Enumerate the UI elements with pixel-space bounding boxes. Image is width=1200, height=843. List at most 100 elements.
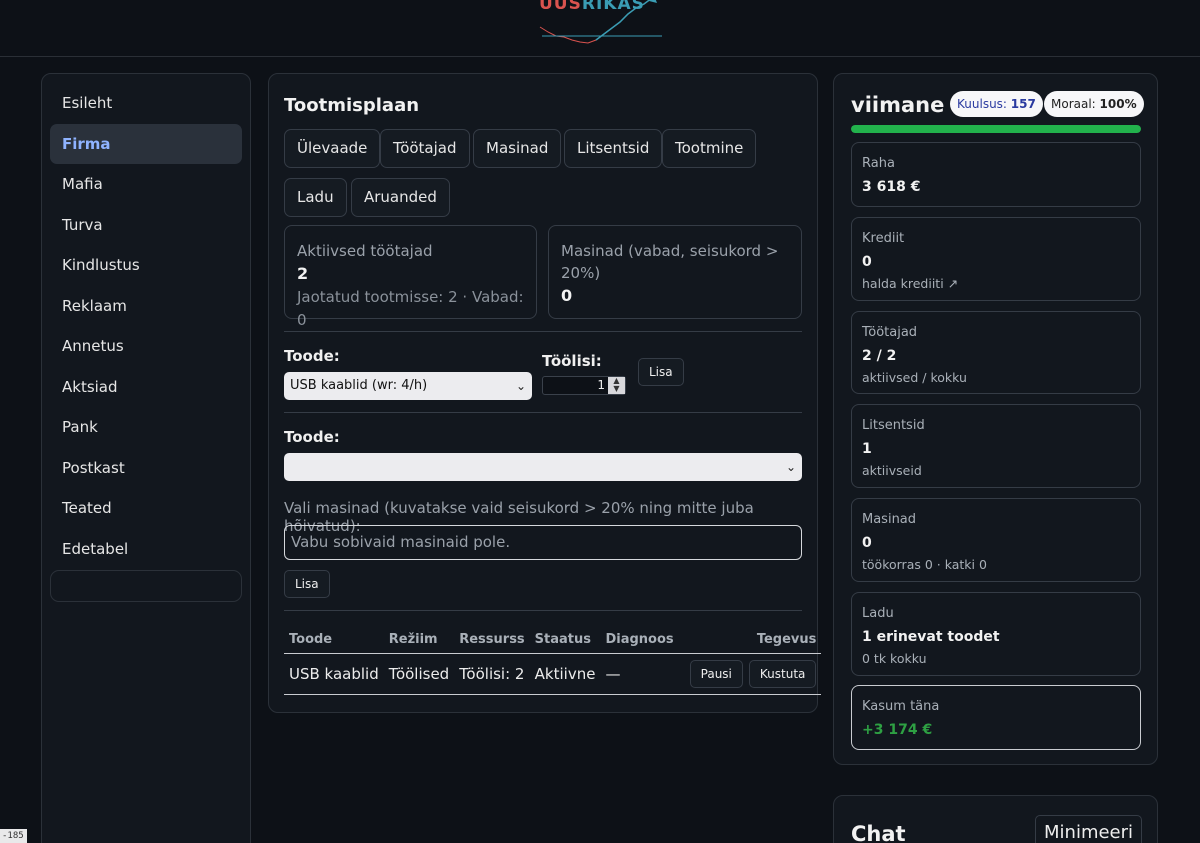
column-header: Staatus [529,626,601,654]
top-bar: UUSRIKAS [0,0,1200,57]
pause-button[interactable]: Pausi [689,659,743,688]
sidebar-item-teated[interactable]: Teated [50,488,242,528]
licenses-title: Litsentsid [862,418,925,433]
cell-status: Aktiivne [529,653,601,695]
add-worker-production-button[interactable]: Lisa [638,358,684,386]
licenses-value: 1 [862,441,872,457]
sidebar-item-mafia[interactable]: Mafia [50,164,242,204]
spinner-icon[interactable]: ▲ ▼ [608,377,625,394]
logo-chart-icon [539,0,662,44]
tab-aruanded[interactable]: Aruanded [351,178,450,217]
tab-ladu[interactable]: Ladu [284,178,347,217]
machines-sub: töökorras 0 · katki 0 [862,557,987,572]
cell-diagnosis: — [600,653,679,695]
workers-number-input[interactable]: 1 ▲ ▼ [542,376,626,395]
sidebar-item-reklaam[interactable]: Reklaam [50,286,242,326]
column-header: Tegevus [678,626,822,654]
sidebar-item-annetus[interactable]: Annetus [50,326,242,366]
workers-sub: aktiivsed / kokku [862,370,967,385]
morale-progress-bar [851,125,1141,133]
page-title: Tootmisplaan [284,95,420,116]
divider [284,331,802,332]
machines-list-box: Vabu sobivaid masinaid pole. [284,525,802,560]
corner-debug-tag: -185 [0,829,27,843]
tab-litsentsid[interactable]: Litsentsid [564,129,663,168]
profit-title: Kasum täna [862,699,940,714]
sidebar-item-kindlustus[interactable]: Kindlustus [50,245,242,285]
stock-value: 1 erinevat toodet [862,629,1000,645]
cell-resource: Töölisi: 2 [454,653,530,695]
fame-label: Kuulsus: [957,97,1007,111]
machine-product-select[interactable]: ⌄ [284,453,802,481]
sidebar-item-firma[interactable]: Firma [50,123,242,164]
chat-panel: Chat Minimeeri [833,795,1158,843]
tab-tootmine[interactable]: Tootmine [662,129,757,168]
machines-stat-value: 0 [561,286,573,305]
tab-masinad[interactable]: Masinad [473,129,562,168]
fame-value: 157 [1010,97,1036,111]
money-card: Raha 3 618 € [851,142,1141,207]
tab-tootajad[interactable]: Töötajad [380,129,470,168]
workers-label: Töölisi: [542,352,602,370]
cell-mode: Töölised [383,653,455,695]
sidebar-item-aktsiad[interactable]: Aktsiad [50,367,242,407]
company-summary-panel: viimane Kuulsus: 157 Moraal: 100% Raha 3… [833,73,1158,765]
company-name: viimane [851,93,945,117]
machines-card: Masinad 0 töökorras 0 · katki 0 [851,498,1141,582]
delete-button[interactable]: Kustuta [748,659,817,688]
morale-label: Moraal: [1051,97,1096,111]
fame-badge: Kuulsus: 157 [950,91,1043,117]
sidebar-item-edetabel[interactable]: Edetabel [50,529,242,569]
morale-value: 100% [1099,97,1137,111]
sidebar-item-turva[interactable]: Turva [50,205,242,245]
chat-title: Chat [851,822,906,843]
tab-ulevaade[interactable]: Ülevaade [284,129,381,168]
divider [284,412,802,413]
column-header: Režiim [383,626,455,654]
sidebar-item-pank[interactable]: Pank [50,407,242,447]
licenses-card: Litsentsid 1 aktiivseid [851,404,1141,488]
money-value: 3 618 € [862,179,921,195]
morale-badge: Moraal: 100% [1044,91,1144,117]
active-workers-stat: Aktiivsed töötajad 2 Jaotatud tootmisse:… [284,225,537,329]
credit-title: Krediit [862,231,905,246]
active-workers-label: Aktiivsed töötajad [297,242,433,260]
site-logo[interactable]: UUSRIKAS [536,0,664,48]
machines-value: 0 [862,535,872,551]
product-select[interactable]: USB kaablid (wr: 4/h) ⌄ [284,372,532,400]
machines-stat-label: Masinad (vabad, seisukord > 20%) [561,242,779,282]
column-header: Diagnoos [600,626,679,654]
machines-title: Masinad [862,512,917,527]
sidebar-empty-slot [50,569,242,602]
sidebar-item-postkast[interactable]: Postkast [50,448,242,488]
stock-sub: 0 tk kokku [862,651,927,666]
column-header: Ressurss [454,626,530,654]
add-machine-production-button[interactable]: Lisa [284,570,330,598]
workers-card: Töötajad 2 / 2 aktiivsed / kokku [851,311,1141,394]
minimize-chat-button[interactable]: Minimeeri [1035,815,1143,843]
cell-product: USB kaablid [284,653,384,695]
manage-credit-link[interactable]: halda krediiti ↗ [862,275,1130,293]
chevron-down-icon: ⌄ [515,379,526,393]
workers-title: Töötajad [862,325,918,340]
money-title: Raha [862,156,895,171]
sidebar-nav: Esileht Firma Mafia Turva Kindlustus Rek… [41,73,251,843]
machines-stat: Masinad (vabad, seisukord > 20%) 0 [548,225,802,319]
product-label: Toode: [284,347,340,365]
cell-actions: Pausi Kustuta [678,653,822,695]
sidebar-item-esileht[interactable]: Esileht [50,83,242,123]
chevron-down-icon: ⌄ [785,460,796,474]
table-header-row: Toode Režiim Ressurss Staatus Diagnoos T… [284,626,822,654]
credit-card: Krediit 0 halda krediiti ↗ [851,217,1141,301]
machine-product-label: Toode: [284,428,340,446]
active-workers-value: 2 [297,264,309,283]
column-header: Toode [284,626,384,654]
stock-card: Ladu 1 erinevat toodet 0 tk kokku [851,592,1141,676]
profit-value: +3 174 € [862,722,933,738]
stock-title: Ladu [862,606,894,621]
production-panel: Tootmisplaan Ülevaade Töötajad Masinad L… [268,73,822,713]
production-table: Toode Režiim Ressurss Staatus Diagnoos T… [284,626,822,695]
active-workers-sub: Jaotatud tootmisse: 2 · Vabad: 0 [297,288,524,329]
workers-value: 2 / 2 [862,348,897,364]
profit-card: Kasum täna +3 174 € [851,685,1141,750]
